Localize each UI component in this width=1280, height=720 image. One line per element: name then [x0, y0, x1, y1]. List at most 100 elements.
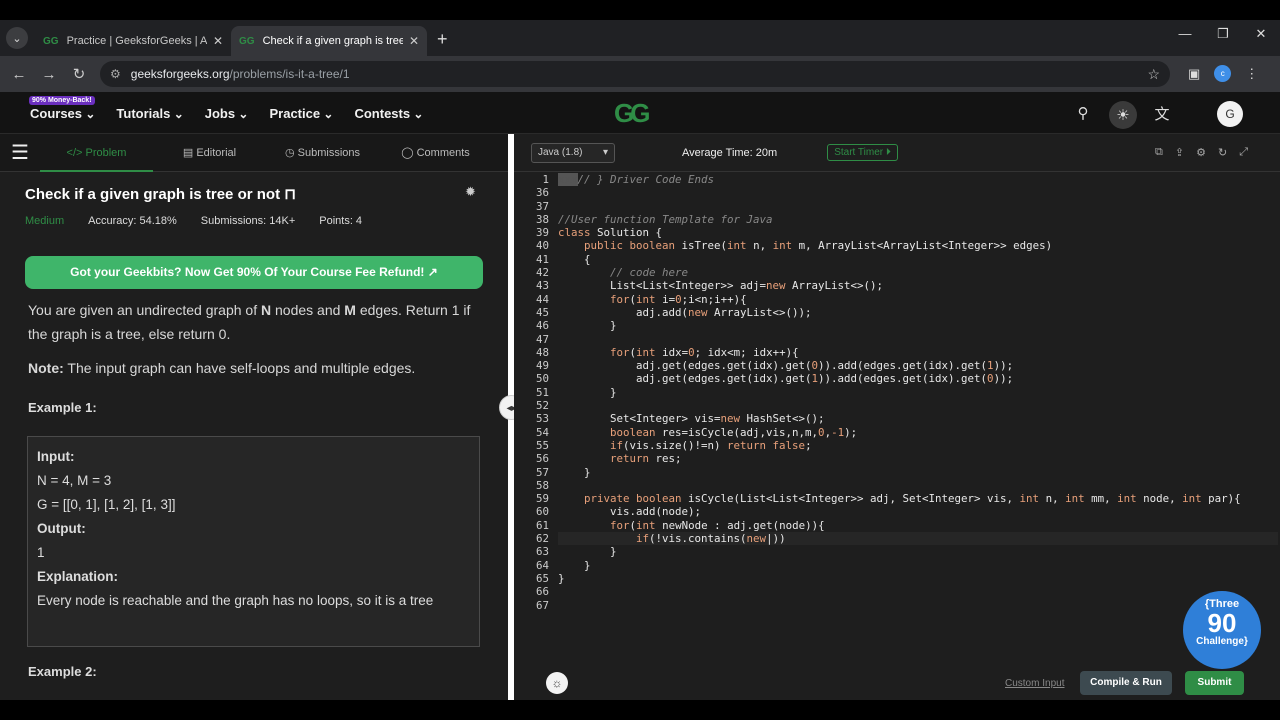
problem-description: You are given an undirected graph of N n… [28, 298, 483, 346]
points: Points: 4 [319, 215, 363, 227]
tab-current[interactable]: GG Check if a given graph is tree or ✕ [231, 26, 427, 56]
tab-editorial[interactable]: ▤ Editorial [153, 146, 266, 159]
output-label: Output: [37, 521, 86, 536]
browser-tabstrip: ⌄ GG Practice | GeeksforGeeks | A co ✕ G… [0, 20, 1280, 56]
settings-icon[interactable]: ⚙ [1196, 146, 1206, 159]
address-bar: ← → ↻ ⚙ geeksforgeeks.org/problems/is-it… [0, 56, 1280, 92]
input-label: Input: [37, 449, 75, 464]
custom-input-link[interactable]: Custom Input [1005, 678, 1064, 689]
submit-button[interactable]: Submit [1185, 671, 1244, 695]
badge-line: 90 [1207, 608, 1237, 638]
tab-comments[interactable]: ◯ Comments [379, 146, 492, 159]
browser-menu-icon[interactable]: ⋮ [1245, 66, 1258, 82]
promo-banner[interactable]: Got your Geekbits? Now Get 90% Of Your C… [25, 256, 483, 289]
compile-run-button[interactable]: Compile & Run [1080, 671, 1172, 695]
tab-practice[interactable]: GG Practice | GeeksforGeeks | A co ✕ [35, 26, 231, 56]
window-controls: — ❐ ✕ [1166, 26, 1280, 42]
editor-toolbar: Java (1.8) ▾ Average Time: 20m Start Time… [514, 134, 1280, 172]
tab-problem[interactable]: </> Problem [40, 134, 153, 172]
menu-tutorials[interactable]: Tutorials [116, 106, 183, 121]
copy-icon[interactable]: ⧉ [1155, 146, 1163, 159]
reset-icon[interactable]: ↻ [1218, 146, 1227, 159]
badge-line: Challenge} [1196, 636, 1248, 647]
explanation-text: Every node is reachable and the graph ha… [37, 593, 434, 608]
input-line: G = [[0, 1], [1, 2], [1, 3]] [37, 497, 176, 512]
language-select[interactable]: Java (1.8) ▾ [531, 142, 615, 163]
submissions-count: Submissions: 14K+ [200, 215, 296, 227]
forward-icon[interactable]: → [34, 66, 64, 83]
close-tab-icon[interactable]: ✕ [409, 34, 419, 48]
language-value: Java (1.8) [538, 146, 583, 158]
site-menu: Courses Tutorials Jobs Practice Contests [30, 106, 423, 121]
url-path: /problems/is-it-a-tree/1 [229, 67, 350, 81]
explanation-label: Explanation: [37, 569, 119, 584]
line-number: 40 [535, 239, 549, 253]
problem-title: Check if a given graph is tree or not [25, 186, 281, 203]
sidebar-icon[interactable]: ▣ [1188, 66, 1200, 82]
bottom-black-bar [0, 700, 1280, 720]
restore-icon[interactable]: ❐ [1204, 26, 1242, 42]
desc-text: nodes and [271, 302, 345, 318]
gfg-favicon-icon: GG [239, 35, 255, 47]
gfg-logo[interactable]: GG [614, 98, 651, 129]
close-window-icon[interactable]: ✕ [1242, 26, 1280, 42]
back-icon[interactable]: ← [4, 66, 34, 83]
tab-problem-label: Problem [85, 146, 127, 159]
tab-search-icon[interactable]: ⌄ [6, 27, 28, 49]
line-number-gutter: 1 36 37 38 39 40 41 42 43 44 45 46 47 48 49 50 51 52 53 54 5… [514, 173, 554, 663]
problem-meta: Medium Accuracy: 54.18% Submissions: 14K… [25, 215, 362, 227]
hint-bulb-icon[interactable]: ☼ [546, 672, 568, 694]
line-number: 59 [535, 492, 549, 506]
line-number: 52 [535, 399, 549, 413]
translate-icon[interactable]: 文 [1152, 101, 1172, 125]
line-number: 54 [535, 425, 549, 439]
menu-practice[interactable]: Practice [269, 106, 333, 121]
export-icon[interactable]: ⇪ [1175, 146, 1184, 159]
note: Note: The input graph can have self-loop… [28, 360, 415, 376]
problem-panel: ☰ </> Problem ▤ Editorial ◷ Submissions … [0, 134, 508, 700]
menu-courses[interactable]: Courses [30, 106, 95, 121]
report-bug-icon[interactable]: ✹ [465, 184, 476, 200]
menu-jobs[interactable]: Jobs [205, 106, 249, 121]
example-2-heading: Example 2: [28, 664, 97, 679]
line-number: 62 [535, 532, 549, 546]
editor-bottom-bar: ☼ Custom Input Compile & Run Submit [514, 668, 1280, 700]
line-number: 41 [535, 252, 549, 266]
profile-icon[interactable]: c [1214, 65, 1232, 82]
editor-actions: ⧉ ⇪ ⚙ ↻ ⤢ [1155, 146, 1248, 159]
hamburger-icon[interactable]: ☰ [0, 140, 40, 165]
url-field[interactable]: ⚙ geeksforgeeks.org/problems/is-it-a-tre… [100, 61, 1170, 87]
example-1-heading: Example 1: [28, 400, 97, 415]
problem-tabs: ☰ </> Problem ▤ Editorial ◷ Submissions … [0, 134, 508, 172]
tab-submissions[interactable]: ◷ Submissions [266, 146, 379, 159]
close-tab-icon[interactable]: ✕ [213, 34, 223, 48]
start-timer-button[interactable]: Start Timer ⏵ [827, 144, 898, 161]
line-number: 57 [535, 465, 549, 479]
avatar[interactable]: G [1217, 101, 1243, 127]
tab-submissions-label: Submissions [297, 147, 360, 159]
line-number: 63 [535, 545, 549, 559]
bookmark-icon[interactable]: ⊓ [284, 186, 296, 203]
theme-toggle-icon[interactable]: ☀ [1109, 101, 1137, 129]
tab-comments-label: Comments [416, 147, 470, 159]
fullscreen-icon[interactable]: ⤢ [1239, 146, 1248, 159]
line-number: 44 [535, 292, 549, 306]
reload-icon[interactable]: ↻ [64, 65, 94, 83]
code-editor[interactable]: xxx// } Driver Code Ends //User function… [558, 173, 1278, 663]
bookmark-star-icon[interactable]: ☆ [1147, 66, 1160, 83]
example-1-box: Input: N = 4, M = 3 G = [[0, 1], [1, 2],… [27, 436, 480, 647]
menu-contests[interactable]: Contests [354, 106, 423, 121]
line-number: 39 [535, 226, 549, 240]
new-tab-icon[interactable]: + [437, 29, 448, 50]
search-icon[interactable]: ⚲ [1073, 101, 1093, 125]
editor-panel: Java (1.8) ▾ Average Time: 20m Start Time… [514, 134, 1280, 700]
line-number: 36 [535, 186, 549, 200]
top-black-bar [0, 0, 1280, 20]
site-info-icon[interactable]: ⚙ [110, 67, 121, 81]
desc-text: You are given an undirected graph of [28, 302, 261, 318]
minimize-icon[interactable]: — [1166, 26, 1204, 42]
line-number: 56 [535, 452, 549, 466]
line-number: 1 [542, 173, 549, 186]
url-host: geeksforgeeks.org [130, 67, 230, 81]
line-number: 37 [535, 199, 549, 213]
